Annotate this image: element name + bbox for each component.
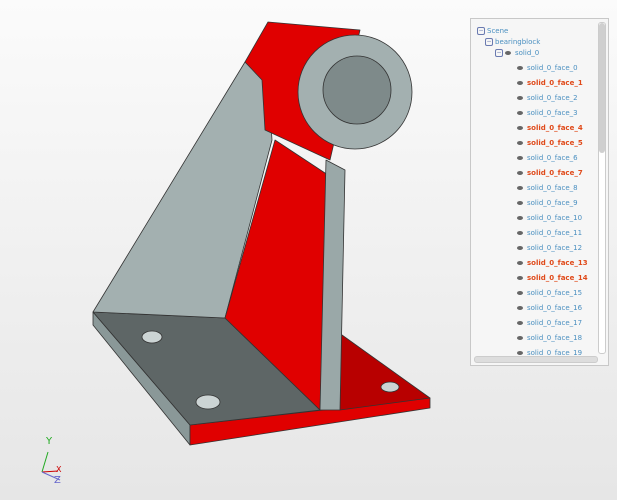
node-label: solid_0_face_16 [527, 304, 583, 312]
tree-node-face[interactable]: solid_0_face_0 [517, 61, 578, 76]
node-label: solid_0_face_17 [527, 319, 583, 327]
tree-node-face[interactable]: solid_0_face_18 [517, 331, 582, 346]
eye-icon[interactable] [517, 246, 523, 250]
tree-node-face[interactable]: solid_0_face_16 [517, 301, 582, 316]
node-label: bearingblock [495, 38, 541, 46]
eye-icon[interactable] [517, 231, 523, 235]
node-label: solid_0_face_12 [527, 244, 583, 252]
tree-node-face[interactable]: solid_0_face_15 [517, 286, 582, 301]
axis-triad: Y X Z [41, 436, 62, 486]
eye-icon[interactable] [517, 81, 523, 85]
tree-node-solid[interactable]: − solid_0 [495, 46, 539, 61]
scrollbar-thumb[interactable] [599, 23, 605, 153]
eye-icon[interactable] [517, 96, 523, 100]
eye-icon[interactable] [517, 321, 523, 325]
eye-icon[interactable] [517, 201, 523, 205]
tree-node-face[interactable]: solid_0_face_7 [517, 166, 583, 181]
collapse-icon[interactable]: − [495, 49, 503, 57]
eye-icon[interactable] [517, 336, 523, 340]
tree-node-face[interactable]: solid_0_face_13 [517, 256, 588, 271]
eye-icon[interactable] [517, 126, 523, 130]
node-label: solid_0_face_13 [527, 259, 588, 267]
node-label: solid_0_face_1 [527, 79, 583, 87]
node-label: solid_0_face_8 [527, 184, 578, 192]
base-top-right[interactable] [334, 329, 431, 411]
node-label: solid_0_face_10 [527, 214, 583, 222]
axis-x-label: X [56, 465, 62, 474]
tree-node-face[interactable]: solid_0_face_9 [517, 196, 578, 211]
eye-icon[interactable] [517, 276, 523, 280]
eye-icon[interactable] [517, 351, 523, 355]
eye-icon[interactable] [517, 216, 523, 220]
node-label: solid_0_face_9 [527, 199, 578, 207]
tree-node-face[interactable]: solid_0_face_1 [517, 76, 583, 91]
tree-node-face[interactable]: solid_0_face_12 [517, 241, 582, 256]
node-label: solid_0_face_4 [527, 124, 583, 132]
node-label: solid_0_face_0 [527, 64, 578, 72]
horizontal-scrollbar[interactable] [474, 356, 598, 363]
axis-y-label: Y [45, 436, 53, 447]
scene-tree-panel[interactable]: − Scene − bearingblock − solid_0 solid_0_fa… [470, 18, 609, 366]
node-label: solid_0_face_15 [527, 289, 583, 297]
tree-node-face[interactable]: solid_0_face_5 [517, 136, 583, 151]
node-label: solid_0_face_6 [527, 154, 578, 162]
bearing-block-model[interactable] [92, 21, 431, 446]
tree-node-face[interactable]: solid_0_face_10 [517, 211, 582, 226]
eye-icon[interactable] [517, 291, 523, 295]
node-label: solid_0_face_11 [527, 229, 583, 237]
collapse-icon[interactable]: − [477, 27, 485, 35]
tree-node-face[interactable]: solid_0_face_6 [517, 151, 578, 166]
tree-node-face[interactable]: solid_0_face_3 [517, 106, 578, 121]
node-label: solid_0_face_2 [527, 94, 578, 102]
node-label: solid_0_face_5 [527, 139, 583, 147]
collapse-icon[interactable]: − [485, 38, 493, 46]
eye-icon[interactable] [517, 186, 523, 190]
hole-2[interactable] [195, 394, 221, 410]
axis-z-label: Z [54, 475, 61, 486]
cylinder-bore[interactable] [322, 55, 392, 125]
hole-3[interactable] [380, 381, 400, 393]
eye-icon[interactable] [517, 156, 523, 160]
vertical-scrollbar[interactable] [598, 22, 606, 354]
node-label: solid_0_face_3 [527, 109, 578, 117]
node-label: solid_0_face_14 [527, 274, 588, 282]
hole-1[interactable] [141, 330, 163, 344]
node-label: solid_0 [515, 49, 540, 57]
eye-icon[interactable] [517, 306, 523, 310]
tree-node-face[interactable]: solid_0_face_4 [517, 121, 583, 136]
tree-node-face[interactable]: solid_0_face_17 [517, 316, 582, 331]
tree-node-face[interactable]: solid_0_face_14 [517, 271, 588, 286]
eye-icon[interactable] [517, 66, 523, 70]
eye-icon[interactable] [517, 141, 523, 145]
node-label: Scene [487, 27, 509, 35]
tree-node-face[interactable]: solid_0_face_8 [517, 181, 578, 196]
node-label: solid_0_face_18 [527, 334, 583, 342]
eye-icon[interactable] [505, 51, 511, 55]
tree-node-face[interactable]: solid_0_face_2 [517, 91, 578, 106]
node-label: solid_0_face_7 [527, 169, 583, 177]
tree-node-face[interactable]: solid_0_face_11 [517, 226, 582, 241]
eye-icon[interactable] [517, 261, 523, 265]
eye-icon[interactable] [517, 171, 523, 175]
eye-icon[interactable] [517, 111, 523, 115]
